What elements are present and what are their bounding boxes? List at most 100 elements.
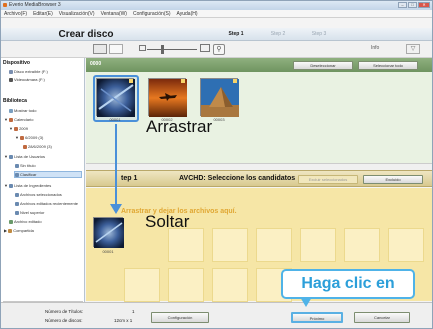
dropped-video-thumbnail[interactable]: [93, 217, 124, 248]
menu-file[interactable]: Archivo(F): [4, 10, 27, 17]
library-icon: [9, 109, 13, 113]
zoom-slider-track[interactable]: [147, 49, 197, 50]
menu-settings[interactable]: Configuración(S): [133, 10, 171, 17]
sidebar-item-calendar[interactable]: ▼ Calendario: [4, 117, 33, 122]
folder-icon: [15, 164, 19, 168]
page-title: Crear disco: [58, 29, 114, 40]
menu-edit[interactable]: Editar(E): [33, 10, 53, 17]
click-callout: Haga clic en: [281, 269, 415, 299]
configuration-button[interactable]: Configuración: [151, 312, 209, 323]
title-bar: Everio MediaBrowser 3 – □ ✕: [1, 1, 432, 10]
maximize-button[interactable]: □: [408, 2, 417, 8]
window-controls: – □ ✕: [398, 2, 430, 8]
next-button[interactable]: Próximo: [291, 312, 343, 323]
sidebar-item-user-list[interactable]: ▼ Lista de Usuarios: [4, 154, 45, 159]
video-thumbnail[interactable]: [200, 78, 239, 117]
sidebar-item-shared[interactable]: ▶ Compartida: [4, 228, 34, 233]
drop-slot: [212, 268, 248, 302]
drag-instruction: Arrastrar: [146, 117, 213, 136]
share-icon: [8, 229, 13, 233]
camcorder-icon: [9, 78, 13, 82]
edit-icon: [9, 220, 13, 224]
sidebar-item-edited-files[interactable]: Archivos editados recientemente: [15, 201, 78, 206]
header-strip: Crear disco Step 1 Step 2 Step 3: [1, 28, 432, 41]
sidebar-item-day[interactable]: 28/6/2009 (3): [23, 144, 52, 149]
menu-window[interactable]: Ventana(W): [101, 10, 127, 17]
user-list-icon: [9, 155, 14, 159]
toolbar: ⚲ Info ▽: [1, 41, 432, 58]
step-1-title: AVCHD: Seleccione los candidatos: [179, 175, 296, 182]
sidebar-item-selected-files[interactable]: Archivos seleccionados: [15, 192, 62, 197]
thumbnail-image: [97, 79, 135, 117]
calendar-icon: [14, 127, 19, 131]
app-icon: [3, 3, 7, 7]
drop-slot: [168, 228, 204, 262]
video-thumbnail[interactable]: [148, 78, 187, 117]
drop-slot: [212, 228, 248, 262]
list-icon: [9, 184, 14, 188]
sidebar-item-show-all[interactable]: Mostrar todo: [9, 108, 36, 113]
menu-bar: Archivo(F) Editar(E) Visualización(V) Ve…: [1, 10, 432, 18]
sidebar-item-edited-file[interactable]: Archivo editado: [9, 219, 42, 224]
video-thumbnail[interactable]: [96, 78, 135, 117]
step-1-indicator: Step 1: [228, 31, 244, 37]
zoom-out-icon[interactable]: [139, 45, 146, 51]
files-icon: [15, 193, 19, 197]
thumbnail-caption: 00001: [109, 117, 121, 122]
media-folder-label: 0000: [90, 61, 102, 67]
sidebar: Dispositivo Disco extraíble (F:) Videocá…: [1, 58, 85, 306]
hd-badge-icon: [181, 79, 185, 83]
step-1-bar: tep 1 AVCHD: Seleccione los candidatos E…: [86, 170, 432, 187]
select-all-button[interactable]: Seleccionar todo: [358, 61, 418, 70]
drop-slot: [388, 228, 424, 262]
sidebar-item-classify[interactable]: Clasificar: [14, 171, 82, 178]
drop-instruction: Soltar: [145, 212, 190, 231]
thumbnail-image: [94, 218, 124, 248]
cancel-button[interactable]: Cancelar: [354, 312, 410, 323]
thumbnail-image: [149, 79, 187, 117]
folder-icon: [15, 173, 19, 177]
calendar-icon: [9, 118, 14, 122]
step-2-indicator: Step 2: [270, 31, 286, 37]
window-title: Everio MediaBrowser 3: [9, 2, 61, 8]
close-button[interactable]: ✕: [418, 2, 430, 8]
menu-help[interactable]: Ayuda(H): [177, 10, 198, 17]
panel-divider[interactable]: [86, 163, 432, 170]
hd-badge-icon: [233, 79, 237, 83]
click-instruction: Haga clic en: [301, 275, 395, 292]
search-icon[interactable]: ⚲: [213, 44, 225, 55]
disk-icon: [9, 70, 13, 74]
library-heading: Biblioteca: [3, 98, 27, 104]
sidebar-item-month[interactable]: ▼ 6/2009 (3): [15, 135, 43, 140]
step-3-indicator: Step 3: [311, 31, 327, 37]
calendar-icon: [23, 145, 27, 149]
zoom-in-icon[interactable]: [200, 44, 210, 52]
sidebar-item-top-level[interactable]: Nivel superior: [15, 210, 44, 215]
drop-slot: [344, 228, 380, 262]
list-view-icon[interactable]: [109, 44, 123, 54]
thumbnail-image: [201, 79, 239, 117]
calendar-icon: [20, 136, 25, 140]
media-browser-bar: 0000 Deseleccionar Seleccionar todo: [86, 58, 432, 72]
sidebar-item-camcorder[interactable]: Videocámara (F:): [9, 77, 45, 82]
device-heading: Dispositivo: [3, 60, 30, 66]
minimize-button[interactable]: –: [398, 2, 407, 8]
sidebar-item-ingredients[interactable]: ▼ Lista de Ingredientes: [4, 183, 51, 188]
grid-view-icon[interactable]: [93, 44, 107, 54]
drop-slot: [124, 268, 160, 302]
deselect-button[interactable]: Deseleccionar: [293, 61, 353, 70]
callout-pointer-icon: [300, 297, 312, 307]
files-icon: [15, 202, 19, 206]
sidebar-item-removable-disk[interactable]: Disco extraíble (F:): [9, 69, 48, 74]
titles-count-label: Número de Títulos:: [45, 309, 84, 314]
sidebar-item-untitled[interactable]: Sin título: [15, 163, 36, 168]
filter-icon[interactable]: ▽: [406, 44, 420, 54]
zoom-slider-handle[interactable]: [161, 45, 164, 54]
titles-count-value: 1: [132, 309, 135, 314]
menu-view[interactable]: Visualización(V): [59, 10, 95, 17]
bottom-bar: Número de Títulos: 1 Número de discos: 1…: [1, 302, 432, 328]
discs-size-value: 12cm x 1: [114, 318, 133, 323]
sidebar-item-year[interactable]: ▼ 2009: [9, 126, 28, 131]
exclude-selected-button[interactable]: Excluir seleccionados: [298, 175, 358, 184]
excluded-button[interactable]: Excluido: [363, 175, 423, 184]
